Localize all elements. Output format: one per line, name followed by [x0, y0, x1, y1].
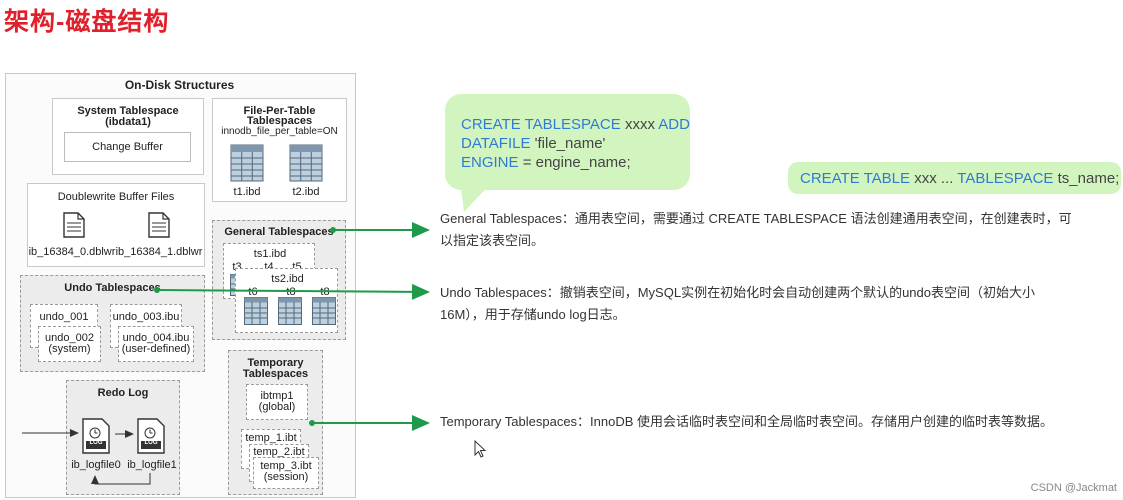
watermark: CSDN @Jackmat	[1030, 482, 1117, 494]
redo-cycle-arrows	[91, 430, 151, 485]
mouse-cursor-icon	[474, 439, 487, 458]
connector-arrows	[22, 222, 487, 485]
general-arrow	[330, 222, 430, 238]
undo-arrow	[154, 283, 430, 300]
temporary-arrow	[309, 415, 430, 431]
